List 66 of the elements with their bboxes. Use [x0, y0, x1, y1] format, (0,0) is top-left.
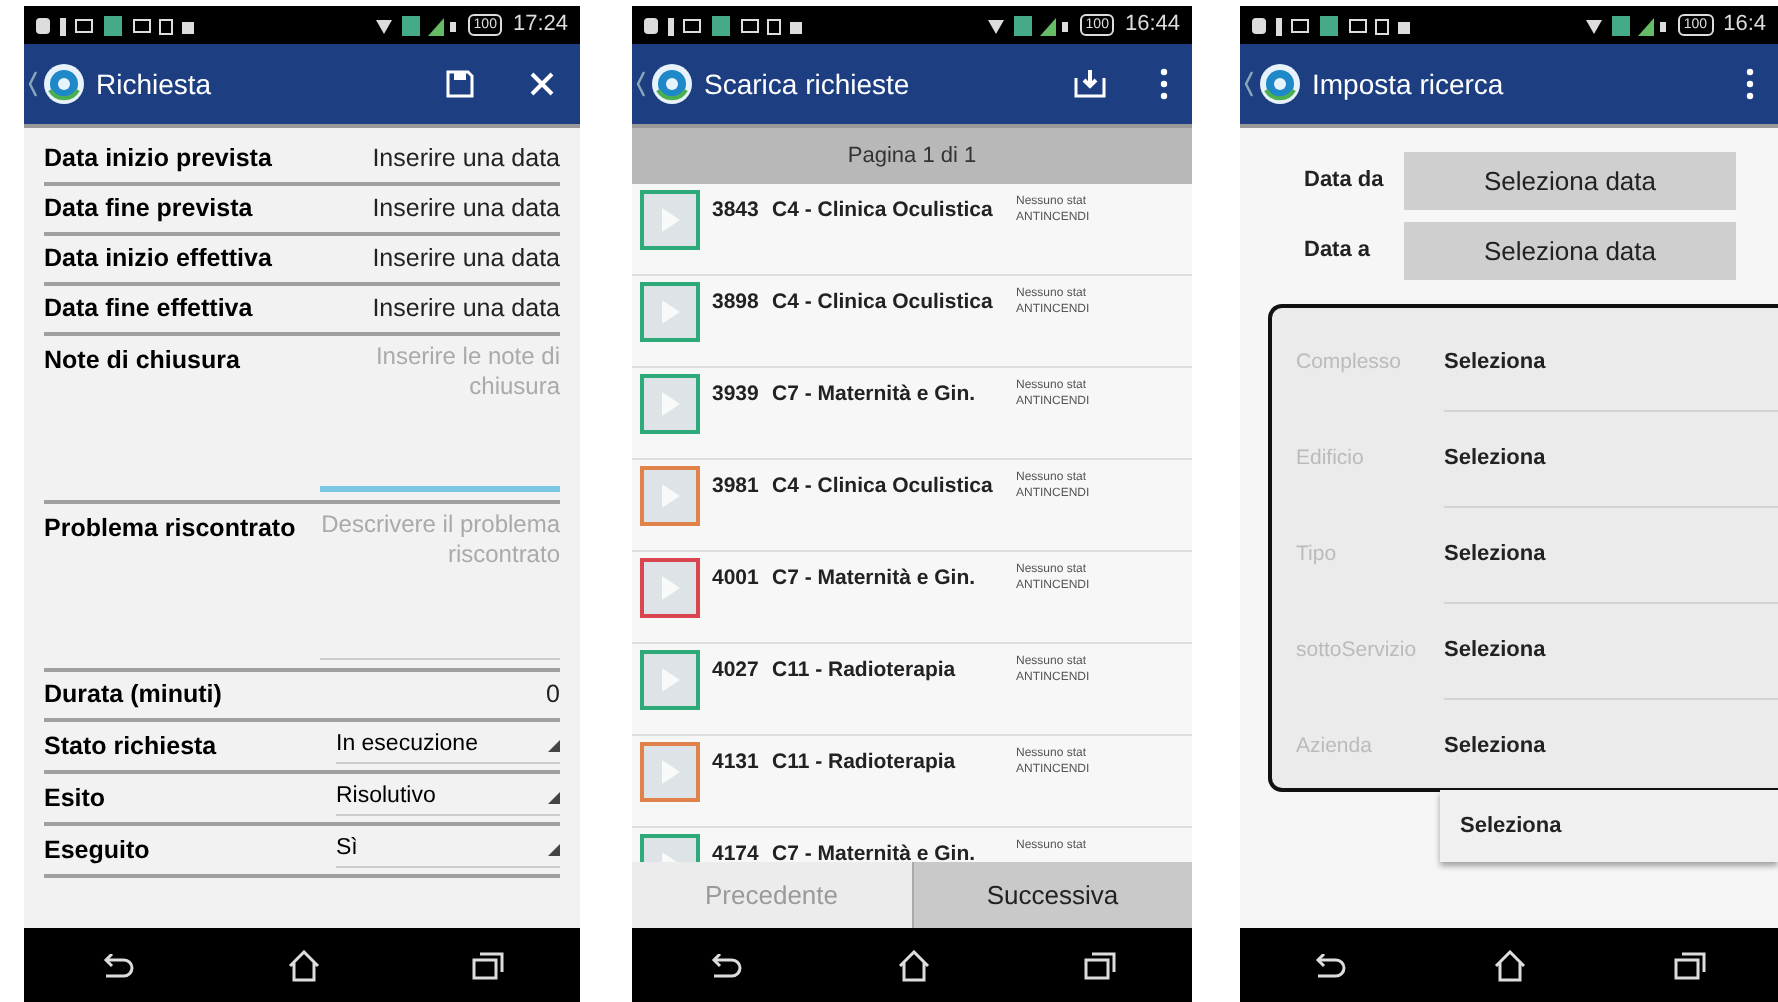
home-icon[interactable] [896, 949, 932, 981]
clock-time: 17:24 [512, 10, 568, 41]
app-bar-title: Richiesta [96, 65, 214, 103]
field-label: Esito [44, 781, 106, 816]
signal-icons-drawing [985, 13, 1070, 37]
filter-dropdown[interactable]: Seleziona [1444, 412, 1778, 508]
field-label: Data inizio effettiva [44, 242, 272, 277]
field-label: Problema riscontrato [44, 512, 296, 546]
recent-apps-icon[interactable] [1673, 951, 1706, 979]
dropdown-corner-icon [548, 791, 560, 803]
page-button[interactable]: Successiva [911, 862, 1192, 928]
dropdown-corner-icon [548, 739, 560, 751]
signal-icons-drawing [373, 13, 458, 37]
date-field[interactable]: Inserire una data [372, 190, 560, 228]
download-icon[interactable] [1072, 68, 1108, 100]
chevron-left-icon [1244, 70, 1254, 98]
save-icon[interactable] [444, 68, 476, 100]
filter-dropdown[interactable]: Seleziona [1444, 508, 1778, 604]
clock-time: 16:44 [1124, 10, 1180, 41]
dropdown-field[interactable]: Risolutivo [336, 779, 560, 817]
back-icon[interactable] [1312, 953, 1349, 977]
select-date-button[interactable]: Seleziona data [1404, 222, 1736, 280]
app-logo-icon [42, 62, 86, 106]
field-label: Eseguito [44, 833, 150, 868]
clock-time: 16:4 [1723, 10, 1766, 41]
dropdown-field[interactable]: Sì [336, 831, 560, 869]
field-label: Durata (minuti) [44, 678, 222, 713]
date-field[interactable]: Inserire una data [372, 290, 560, 328]
number-field[interactable]: 0 [546, 676, 560, 714]
home-icon[interactable] [1492, 949, 1529, 981]
home-icon[interactable] [285, 949, 322, 981]
field-label: Data da [1304, 166, 1386, 197]
chevron-left-icon [28, 70, 38, 98]
close-icon[interactable] [528, 70, 556, 98]
back-icon[interactable] [99, 953, 136, 977]
dropdown-corner-icon [548, 843, 560, 855]
date-field[interactable]: Inserire una data [372, 140, 560, 178]
signal-icons-drawing [1583, 13, 1668, 37]
recent-apps-icon[interactable] [472, 951, 505, 979]
field-label: Data a [1304, 236, 1373, 267]
more-options-icon[interactable] [1746, 68, 1754, 100]
app-bar-title: Imposta ricerca [1312, 65, 1506, 104]
page-indicator: Pagina 1 di 1 [632, 128, 1192, 184]
filter-dropdown[interactable]: Seleziona [1444, 316, 1778, 412]
select-date-button[interactable]: Seleziona data [1404, 152, 1736, 210]
back-icon[interactable] [708, 953, 744, 977]
field-label: Data fine prevista [44, 192, 253, 227]
dropdown-option[interactable]: Seleziona [1440, 790, 1778, 862]
notes-field[interactable]: Descrivere il problema riscontrato [320, 510, 560, 660]
notes-field[interactable]: Inserire le note di chiusura [320, 342, 560, 492]
recent-apps-icon[interactable] [1084, 951, 1116, 979]
filter-dropdown[interactable]: Seleziona [1444, 604, 1778, 700]
back-button[interactable] [28, 62, 86, 106]
back-button[interactable] [1244, 62, 1302, 106]
field-label: Data fine effettiva [44, 292, 253, 327]
chevron-left-icon [636, 70, 646, 98]
back-button[interactable] [636, 62, 694, 106]
field-label: Note di chiusura [44, 344, 240, 378]
field-label: Stato richiesta [44, 729, 217, 764]
app-logo-icon [1258, 62, 1302, 106]
dropdown-field[interactable]: In esecuzione [336, 727, 560, 765]
app-logo-icon [650, 62, 694, 106]
more-options-icon[interactable] [1160, 68, 1168, 100]
date-field[interactable]: Inserire una data [372, 240, 560, 278]
app-bar-title: Scarica richieste [704, 65, 912, 103]
field-label: Data inizio prevista [44, 142, 272, 177]
